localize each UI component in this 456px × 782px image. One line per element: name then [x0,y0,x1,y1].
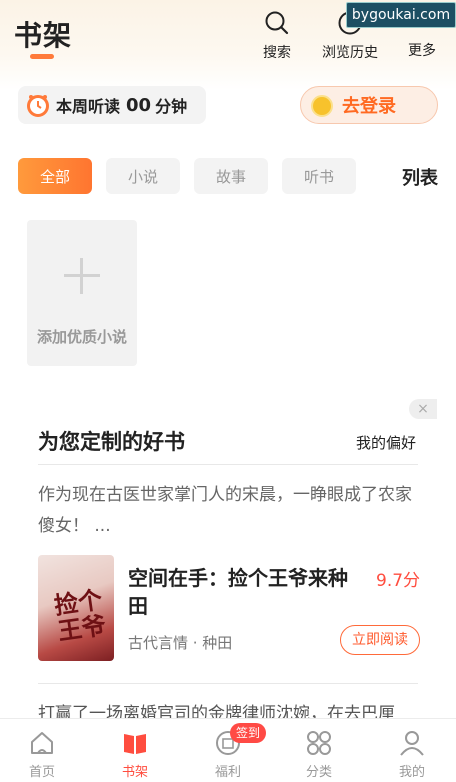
tab-audiobook[interactable]: 听书 [282,158,356,194]
nav-welfare-label: 福利 [214,765,241,780]
nav-mine[interactable]: 我的 [382,719,442,782]
book-cover-title: 捡个王爷 [52,585,108,646]
more-label: 更多 [408,43,436,59]
divider [38,464,418,465]
coin-icon [311,95,333,117]
page-title: 书架 [14,19,73,52]
book-icon [124,734,146,754]
nav-home-label: 首页 [28,765,55,780]
nav-category-label: 分类 [305,765,332,780]
user-icon [400,731,424,756]
divider [38,683,418,684]
history-label: 浏览历史 [322,45,378,61]
alarm-clock-icon [27,95,49,117]
nav-bookshelf[interactable]: 书架 [105,719,165,782]
plus-icon [64,258,100,294]
close-recommend-button[interactable]: × [409,399,437,419]
watermark: bygoukai.com [346,2,456,28]
my-preference-link[interactable]: 我的偏好 [356,432,416,453]
header: 书架 搜索 浏览历史 更多 bygoukai.com [0,0,456,80]
search-label: 搜索 [263,45,291,61]
home-icon [31,732,53,754]
nav-home[interactable]: 首页 [12,719,72,782]
add-novel-card[interactable]: 添加优质小说 [27,220,137,366]
listen-prefix: 本周听读 [56,97,121,116]
filter-tabs: 全部 小说 故事 听书 列表 [0,158,456,194]
grid-icon [307,731,331,755]
listen-unit: 分钟 [155,97,188,116]
book-cover[interactable]: 捡个王爷 [38,555,114,661]
checkin-badge[interactable]: 签到 [230,723,266,743]
weekly-listen-stat[interactable]: 本周听读 00 分钟 [18,86,206,124]
nav-bookshelf-label: 书架 [121,765,148,780]
recommend-title: 为您定制的好书 [38,430,185,454]
book-description[interactable]: 作为现在古医世家掌门人的宋晨，一睁眼成了农家傻女！ ... [38,480,422,542]
book-title[interactable]: 空间在手：捡个王爷来种田 [128,564,364,620]
listen-minutes: 00 [126,94,152,116]
book-score: 9.7分 [376,571,421,591]
search-icon [265,11,289,35]
tab-story[interactable]: 故事 [194,158,268,194]
add-novel-label: 添加优质小说 [36,328,127,346]
title-underline [30,54,54,59]
nav-category[interactable]: 分类 [289,719,349,782]
read-now-button[interactable]: 立即阅读 [340,625,420,655]
tab-novel[interactable]: 小说 [106,158,180,194]
login-label: 去登录 [342,96,396,117]
more-button[interactable]: 更多 [402,40,442,60]
search-button[interactable]: 搜索 [258,10,296,62]
list-view-toggle[interactable]: 列表 [402,164,438,190]
book-genre: 古代言情 · 种田 [128,634,233,652]
tab-all[interactable]: 全部 [18,158,92,194]
login-button[interactable]: 去登录 [300,86,438,124]
nav-mine-label: 我的 [398,765,425,780]
bottom-nav: 首页 书架 福利 签到 分类 我的 [0,718,456,782]
